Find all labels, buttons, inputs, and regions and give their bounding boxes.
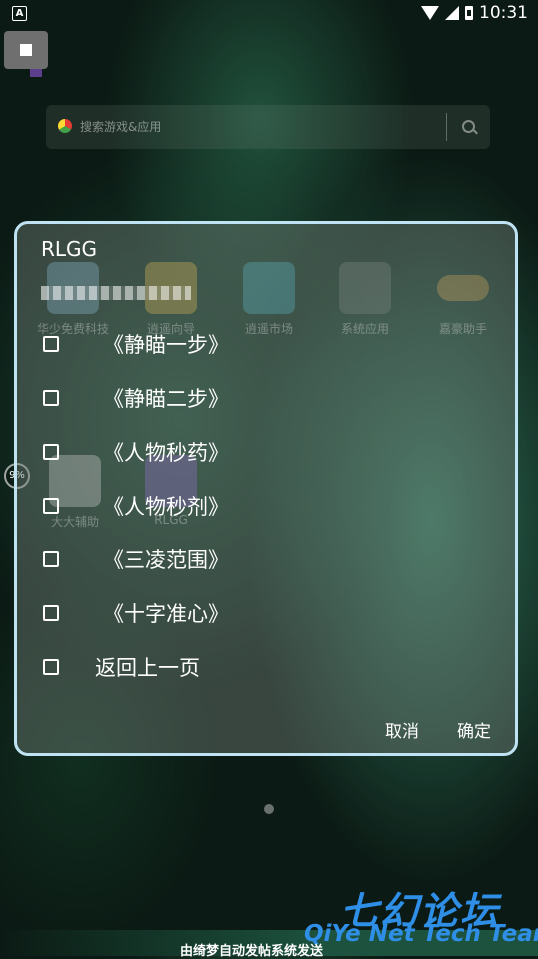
option-label: 《静瞄一步》 [103,333,229,357]
checkbox[interactable] [43,444,59,460]
page-indicator-dot[interactable] [264,804,274,814]
dialog-title: RLGG [41,237,98,261]
option-row[interactable]: 《人物秒药》 [43,437,229,467]
checkbox[interactable] [43,390,59,406]
option-label: 返回上一页 [95,656,200,680]
checkbox[interactable] [43,659,59,675]
option-label: 《三凌范围》 [103,548,229,572]
option-row[interactable]: 《人物秒剂》 [43,491,229,521]
option-label: 《人物秒药》 [103,441,229,465]
option-row[interactable]: 返回上一页 [43,652,200,682]
confirm-button[interactable]: 确定 [457,717,491,742]
option-label: 《人物秒剂》 [103,495,229,519]
dialog-subtitle-obscured [41,286,191,300]
watermark-caption: 由绮梦自动发帖系统发送 [180,944,324,959]
checkbox[interactable] [43,605,59,621]
checkbox[interactable] [43,336,59,352]
checkbox[interactable] [43,498,59,514]
option-row[interactable]: 《静瞄二步》 [43,383,229,413]
option-label: 《十字准心》 [103,602,229,626]
option-row[interactable]: 《十字准心》 [43,598,229,628]
option-label: 《静瞄二步》 [103,387,229,411]
option-row[interactable]: 《静瞄一步》 [43,329,229,359]
cancel-button[interactable]: 取消 [385,717,419,742]
checkbox[interactable] [43,551,59,567]
multi-choice-dialog: RLGG 《静瞄一步》 《静瞄二步》 《人物秒药》 《人物秒剂》 《三凌范围》 … [14,221,518,756]
watermark-english: QiYe Net Tech Team [304,921,538,947]
option-row[interactable]: 《三凌范围》 [43,544,229,574]
